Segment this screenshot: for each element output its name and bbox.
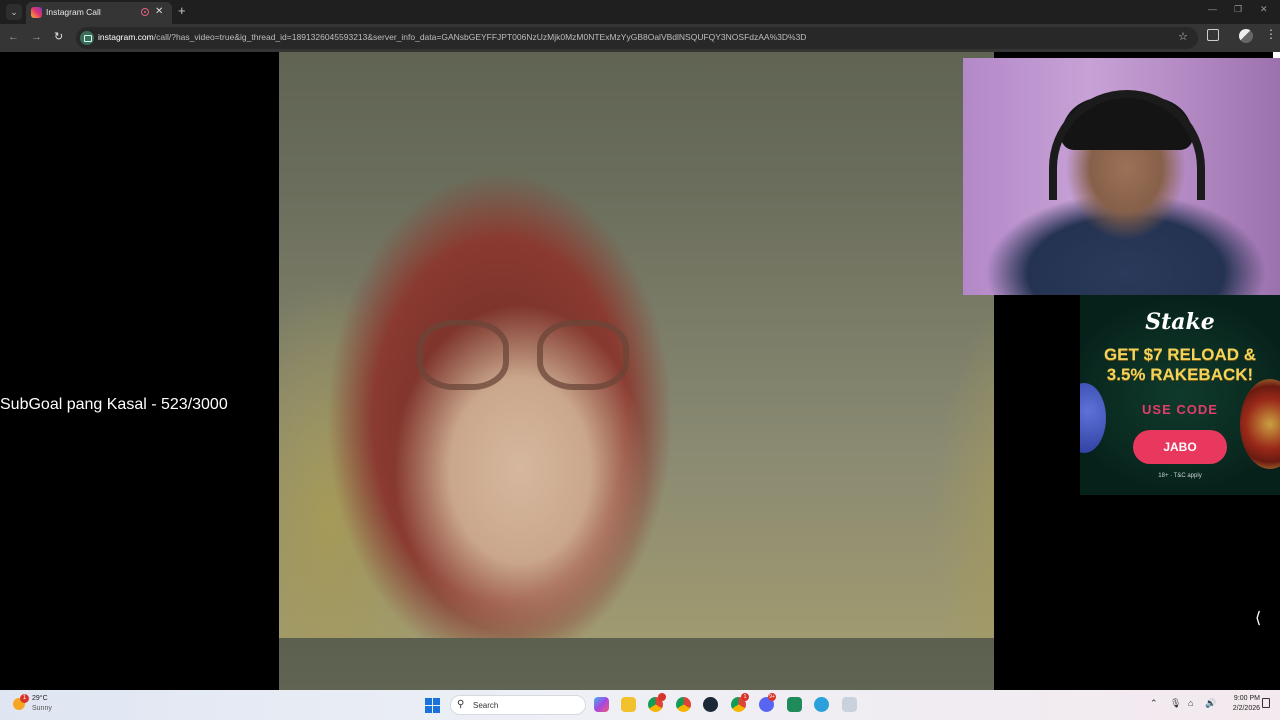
microphone-icon[interactable]: 🎙 bbox=[1170, 698, 1181, 709]
minimize-button[interactable]: — bbox=[1208, 4, 1217, 14]
weather-desc[interactable]: Sunny bbox=[32, 705, 52, 712]
chrome-profile-icon[interactable] bbox=[676, 697, 691, 712]
forward-button[interactable]: → bbox=[31, 30, 42, 44]
ad-headline-line1: GET $7 RELOAD & bbox=[1103, 345, 1257, 364]
browser-toolbar: ← → ↻ instagram.com/call/?has_video=true… bbox=[0, 24, 1280, 52]
search-placeholder: Search bbox=[473, 701, 499, 710]
weather-badge: 1 bbox=[20, 694, 29, 703]
address-bar[interactable]: instagram.com/call/?has_video=true&ig_th… bbox=[76, 27, 1198, 49]
site-info-icon[interactable] bbox=[80, 31, 94, 45]
tab-title: Instagram Call bbox=[46, 7, 101, 17]
volume-icon[interactable]: 🔊 bbox=[1205, 698, 1216, 709]
telegram-icon[interactable] bbox=[814, 697, 829, 712]
chrome-badge bbox=[658, 693, 666, 701]
clock-time[interactable]: 9:00 PM bbox=[1226, 695, 1260, 702]
streamer-webcam bbox=[963, 58, 1280, 295]
notification-icon[interactable] bbox=[1262, 698, 1270, 708]
instagram-icon bbox=[31, 7, 42, 18]
roulette-wheel-graphic bbox=[1240, 379, 1280, 469]
copilot-icon[interactable] bbox=[594, 697, 609, 712]
headset-icon bbox=[1049, 90, 1205, 200]
tray-overflow-icon[interactable]: ⌃ bbox=[1150, 698, 1158, 709]
back-button[interactable]: ← bbox=[8, 30, 19, 44]
sub-goal-overlay: SubGoal pang Kasal - 523/3000 bbox=[0, 396, 228, 413]
extensions-icon[interactable] bbox=[1207, 29, 1219, 41]
steam-icon[interactable] bbox=[703, 697, 718, 712]
file-explorer-icon[interactable] bbox=[621, 697, 636, 712]
browser-menu-icon[interactable]: ⋮ bbox=[1265, 27, 1277, 41]
close-window-button[interactable]: ✕ bbox=[1260, 4, 1268, 15]
clock-date[interactable]: 2/2/2026 bbox=[1220, 705, 1260, 712]
ad-code-button: JABO bbox=[1133, 430, 1227, 464]
terminal-app-icon[interactable] bbox=[787, 697, 802, 712]
tab-strip: ⌄ Instagram Call ✕ + — ❐ ✕ bbox=[0, 0, 1280, 24]
new-tab-button[interactable]: + bbox=[178, 3, 186, 19]
url-path: /call/?has_video=true&ig_thread_id=18913… bbox=[153, 32, 807, 42]
collapse-panel-icon[interactable]: ⟨ bbox=[1255, 608, 1261, 628]
windows-logo-pane bbox=[433, 698, 440, 705]
restore-button[interactable]: ❐ bbox=[1234, 4, 1242, 15]
url-host: instagram.com bbox=[98, 32, 154, 42]
windows-logo-pane bbox=[433, 706, 440, 713]
discord-badge: 9+ bbox=[768, 693, 776, 701]
recording-icon bbox=[141, 8, 149, 16]
video-glasses-right bbox=[537, 320, 629, 390]
profile-avatar[interactable] bbox=[1239, 29, 1253, 43]
stake-logo: Stake bbox=[1145, 309, 1215, 335]
chevron-down-icon: ⌄ bbox=[10, 7, 18, 17]
video-glasses-left bbox=[417, 320, 509, 390]
weather-temp[interactable]: 29°C bbox=[32, 695, 48, 702]
ad-fine-print: 18+ · T&C apply bbox=[1158, 473, 1202, 479]
bookmark-star-icon[interactable]: ☆ bbox=[1178, 30, 1188, 43]
ad-headline: GET $7 RELOAD & 3.5% RAKEBACK! bbox=[1080, 345, 1280, 385]
windows-logo-pane bbox=[425, 706, 432, 713]
windows-logo-pane bbox=[425, 698, 432, 705]
stake-ad-banner: Stake GET $7 RELOAD & 3.5% RAKEBACK! USE… bbox=[1080, 295, 1280, 495]
ad-headline-line2: 3.5% RAKEBACK! bbox=[1106, 365, 1254, 384]
reload-button[interactable]: ↻ bbox=[54, 30, 63, 44]
url-text[interactable]: instagram.com/call/?has_video=true&ig_th… bbox=[98, 32, 806, 42]
close-tab-icon[interactable]: ✕ bbox=[155, 5, 163, 19]
start-button[interactable] bbox=[425, 698, 440, 713]
search-icon: ⚲ bbox=[457, 699, 465, 710]
tab-search-button[interactable]: ⌄ bbox=[6, 4, 22, 20]
ball-graphic bbox=[1080, 383, 1106, 453]
network-icon[interactable]: ⌂ bbox=[1188, 698, 1193, 708]
taskbar: 1 29°C Sunny ⚲ Search 1 9+ ⌃ 🎙 ⌂ 🔊 9:00 … bbox=[0, 690, 1280, 720]
app-badge: 1 bbox=[741, 693, 749, 701]
snipping-tool-icon[interactable] bbox=[842, 697, 857, 712]
remote-video-feed bbox=[279, 52, 994, 690]
ad-code-label: USE CODE bbox=[1142, 402, 1218, 417]
tab-instagram-call[interactable]: Instagram Call ✕ bbox=[26, 2, 172, 24]
taskbar-search[interactable]: ⚲ Search bbox=[450, 695, 586, 715]
